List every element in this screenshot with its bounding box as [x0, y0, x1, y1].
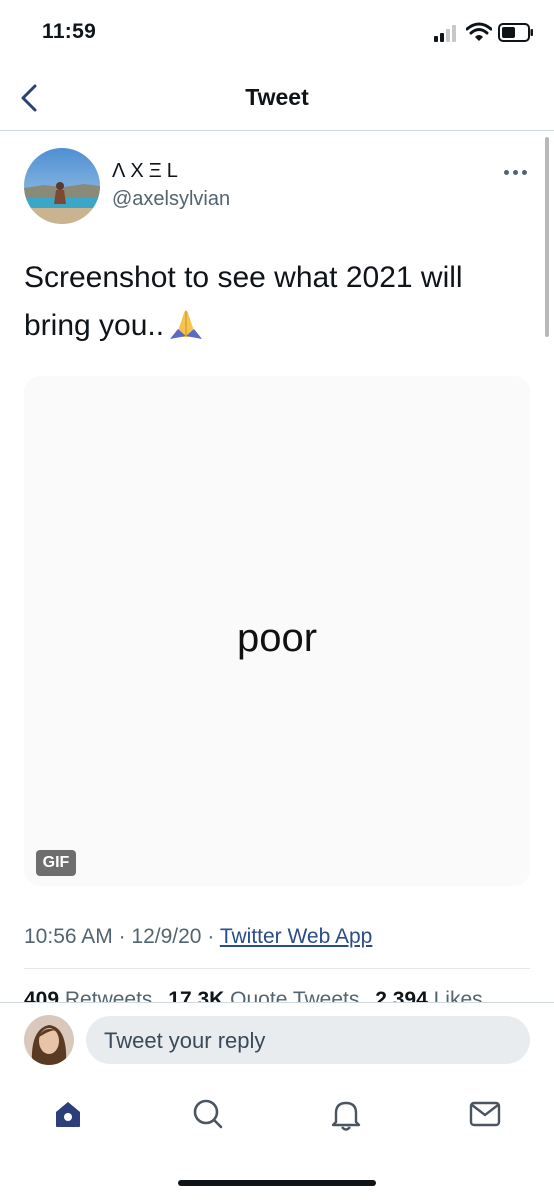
tweet-meta: 10:56 AM · 12/9/20 · Twitter Web App — [24, 925, 372, 949]
tweet-time: 10:56 AM — [24, 925, 113, 948]
user-avatar[interactable] — [24, 1015, 74, 1065]
folded-hands-emoji-icon — [170, 310, 203, 339]
media-caption: poor — [236, 616, 318, 660]
more-dot — [513, 170, 518, 175]
home-icon[interactable] — [48, 1094, 88, 1134]
scrollbar[interactable] — [545, 137, 549, 337]
search-icon[interactable] — [188, 1094, 228, 1134]
reply-input[interactable]: Tweet your reply — [86, 1016, 530, 1064]
more-options-button[interactable] — [500, 160, 532, 184]
gif-badge: GIF — [36, 850, 76, 876]
meta-separator: · — [207, 925, 215, 948]
tweet-stats: 409 Retweets 17.3K Quote Tweets 2,394 Li… — [24, 984, 530, 1002]
meta-divider — [24, 968, 530, 969]
likes-label: Likes — [433, 988, 483, 1002]
more-dot — [504, 170, 509, 175]
tweet-media-gif[interactable]: poor GIF — [24, 376, 530, 886]
meta-separator: · — [118, 925, 126, 948]
wifi-icon — [466, 22, 492, 41]
tweet-date: 12/9/20 — [131, 925, 202, 948]
retweets-stat[interactable]: 409 Retweets — [24, 988, 152, 1002]
nav-divider — [0, 130, 554, 131]
reply-placeholder: Tweet your reply — [104, 1028, 266, 1053]
status-time: 11:59 — [42, 20, 97, 43]
quote-tweets-stat[interactable]: 17.3K Quote Tweets — [168, 988, 359, 1002]
cellular-signal-icon — [434, 25, 460, 42]
quote-tweets-label: Quote Tweets — [230, 988, 360, 1002]
author-avatar[interactable] — [24, 148, 100, 224]
author-handle[interactable]: @axelsylvian — [112, 188, 230, 211]
tweet-text: Screenshot to see what 2021 will bring y… — [24, 254, 524, 350]
mail-icon[interactable] — [465, 1094, 505, 1134]
battery-icon — [498, 23, 533, 42]
likes-stat[interactable]: 2,394 Likes — [375, 988, 482, 1002]
retweets-count: 409 — [24, 988, 60, 1002]
quote-tweets-count: 17.3K — [168, 988, 225, 1002]
page-title: Tweet — [245, 84, 309, 110]
retweets-label: Retweets — [64, 988, 153, 1002]
tweet-source-link[interactable]: Twitter Web App — [220, 925, 373, 948]
reply-divider — [0, 1002, 554, 1003]
author-display-name[interactable]: ΛXΞL — [112, 160, 183, 183]
tweet-body: Screenshot to see what 2021 will bring y… — [24, 261, 463, 342]
more-dot — [522, 170, 527, 175]
home-indicator[interactable] — [178, 1180, 376, 1186]
likes-count: 2,394 — [375, 988, 428, 1002]
bell-icon[interactable] — [326, 1094, 366, 1134]
